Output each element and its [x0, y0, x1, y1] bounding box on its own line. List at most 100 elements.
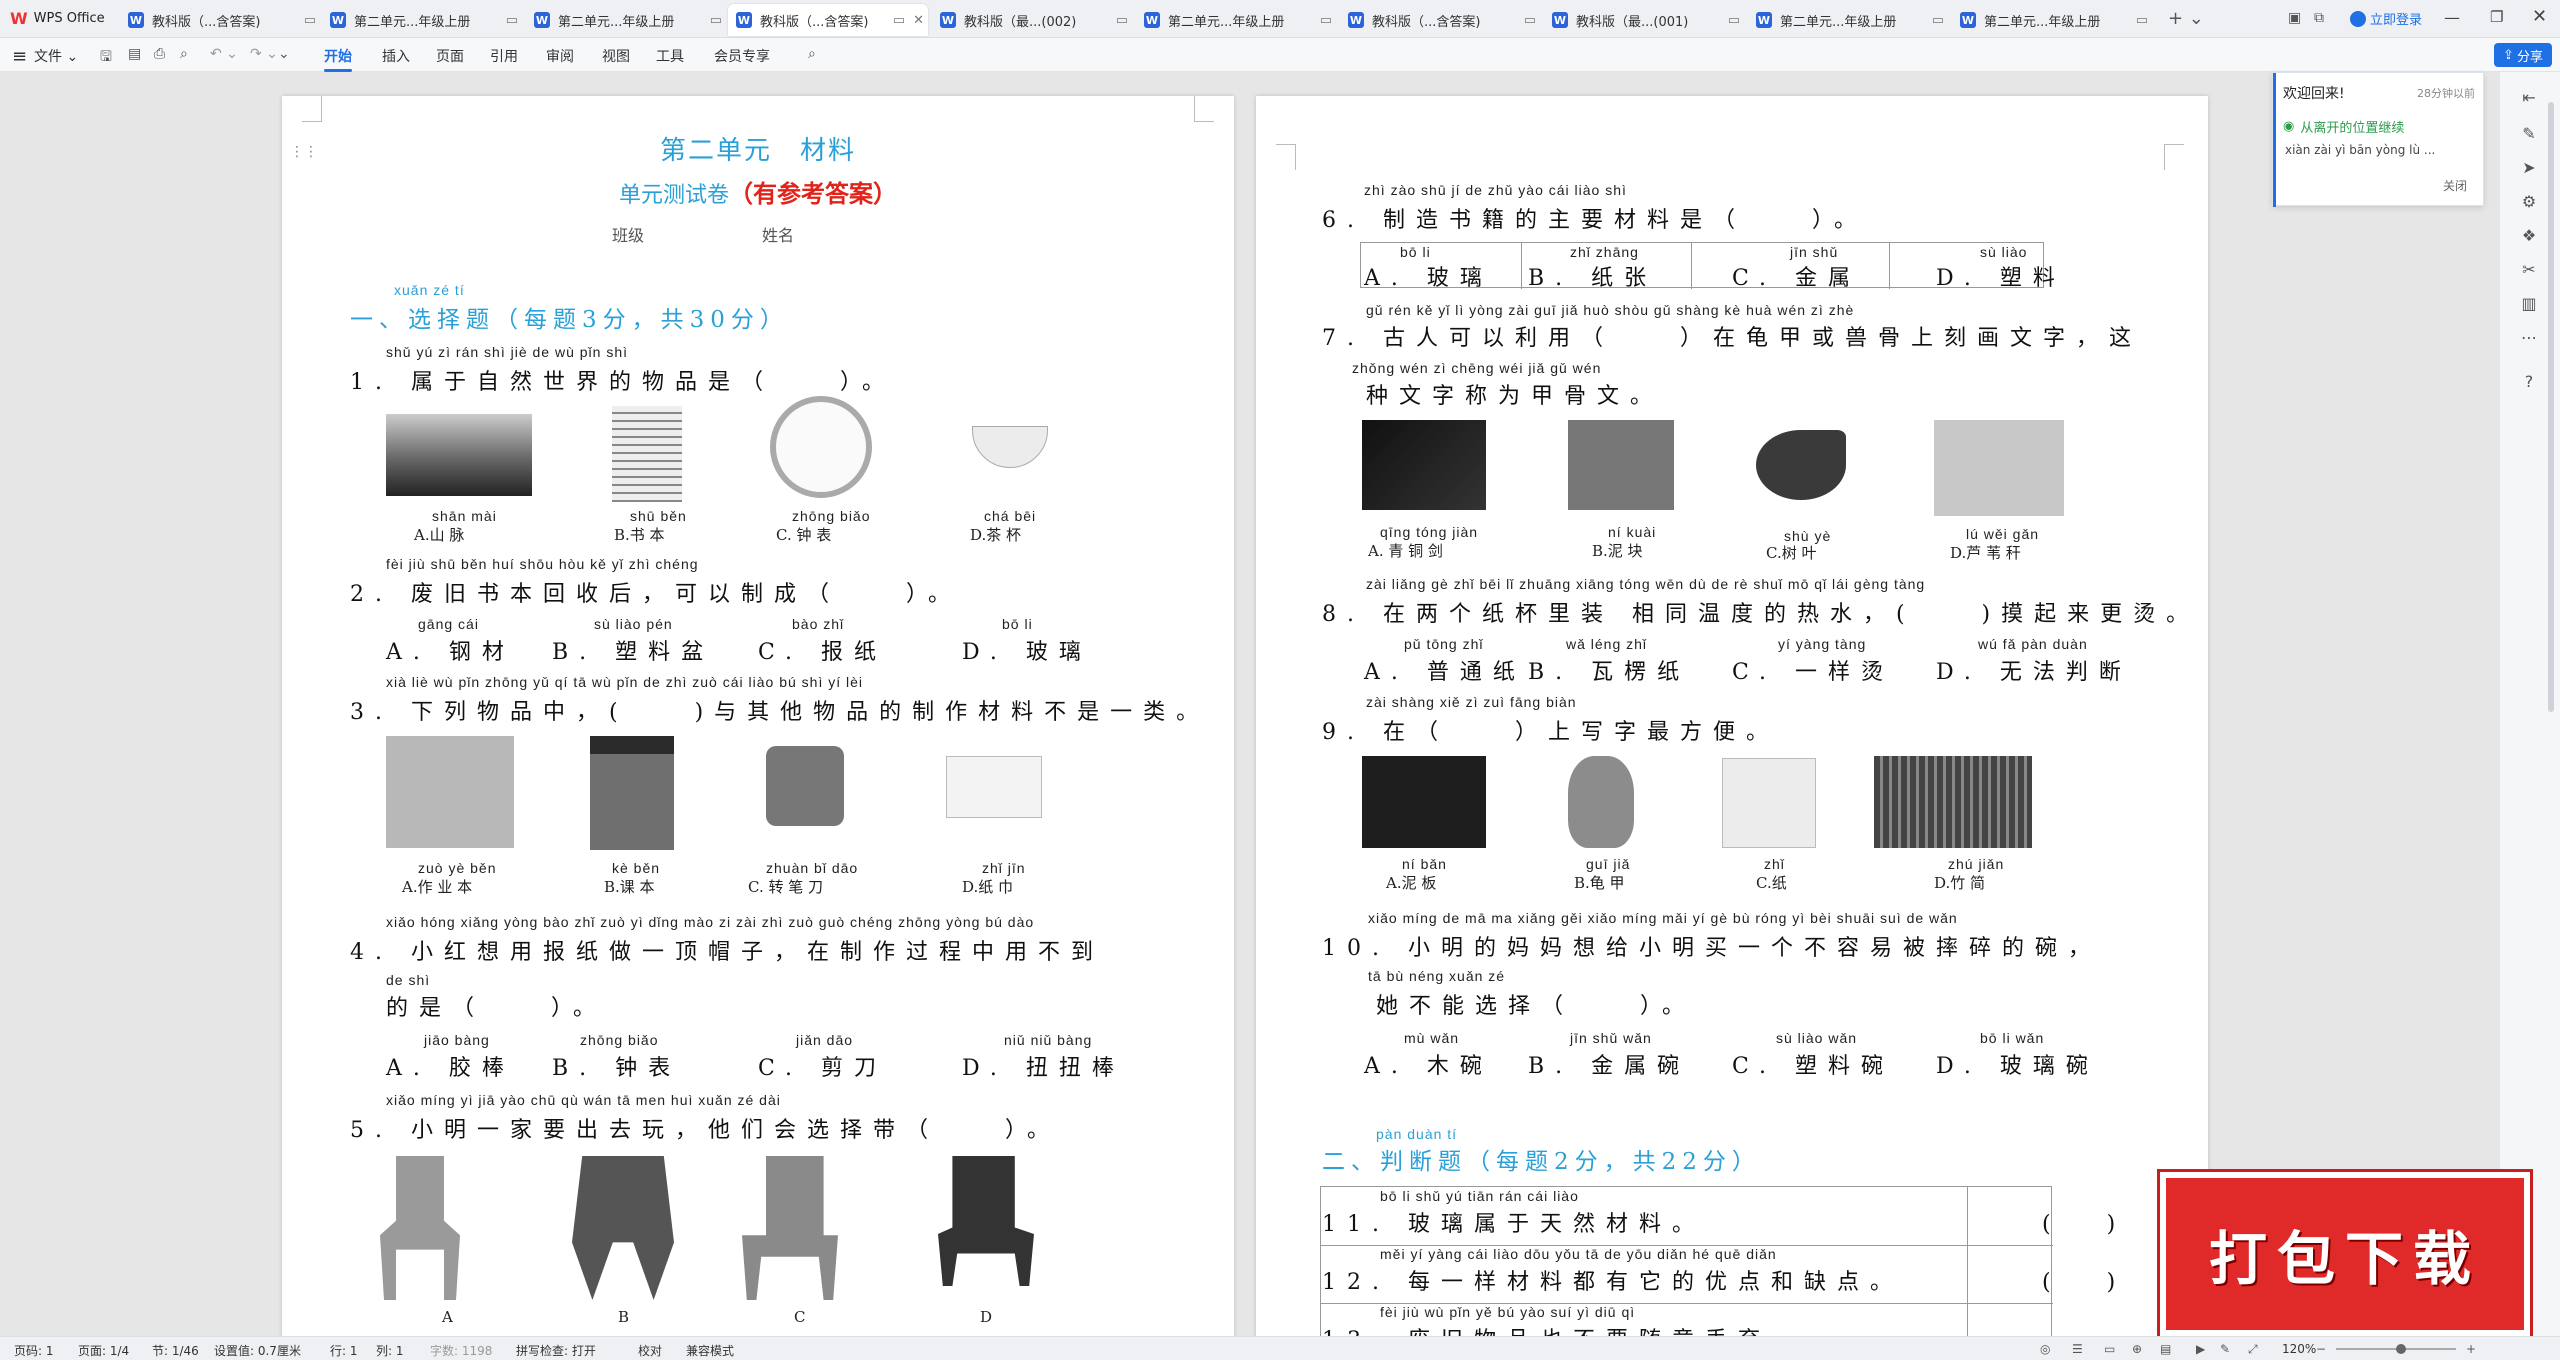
tab-document[interactable]: W 教科版（最...(001) ▭ — [1544, 4, 1744, 36]
status-page[interactable]: 页码: 1 — [14, 1342, 54, 1359]
page-left[interactable]: ⋮⋮ 第二单元 材料 单元测试卷（有参考答案） 班级 姓名 xuǎn zé tí… — [282, 96, 1234, 1346]
ribbon-tab[interactable]: 会员专享 — [714, 46, 770, 66]
answer-blank[interactable]: ( ) — [2042, 1206, 2119, 1238]
pinyin-line: zài liǎng gè zhǐ bēi lǐ zhuāng xiāng tón… — [1366, 576, 1926, 592]
doc-title: 第二单元 材料 — [659, 136, 856, 166]
tab-document[interactable]: W 第二单元...年级上册 ▭ — [526, 4, 726, 36]
page-view-icon[interactable]: ▭ — [2104, 1342, 2115, 1356]
read-view-icon[interactable]: ▤ — [2160, 1342, 2171, 1356]
mountain-image — [386, 414, 532, 496]
web-view-icon[interactable]: ⊕ — [2132, 1342, 2142, 1356]
wooden-chair-image — [742, 1156, 838, 1300]
layout-icon[interactable]: ▣ — [2288, 10, 2301, 26]
collapse-icon[interactable]: ⇤ — [2518, 88, 2540, 110]
monitor-icon[interactable]: ▭ — [1524, 13, 1536, 28]
status-proof[interactable]: 校对 — [638, 1342, 662, 1359]
status-spell[interactable]: 拼写检查: 打开 — [516, 1342, 596, 1359]
status-words[interactable]: 字数: 1198 — [430, 1342, 492, 1359]
answer-blank[interactable]: ( ) — [2042, 1264, 2119, 1296]
undo-icon[interactable]: ↶ ⌄ — [210, 46, 238, 62]
tab-document[interactable]: W 第二单元...年级上册 ▭ — [1136, 4, 1336, 36]
monitor-icon[interactable]: ▭ — [304, 13, 316, 28]
vertical-scrollbar[interactable] — [2548, 102, 2554, 712]
reed-image — [1934, 420, 2064, 516]
minimize-icon[interactable]: — — [2444, 8, 2460, 27]
tab-close-icon[interactable]: ✕ — [913, 13, 924, 28]
ribbon-tab[interactable]: 引用 — [490, 46, 518, 66]
monitor-icon[interactable]: ▭ — [2136, 13, 2148, 28]
monitor-icon[interactable]: ▭ — [710, 13, 722, 28]
wps-icon: W — [10, 9, 28, 28]
status-setting[interactable]: 设置值: 0.7厘米 — [214, 1342, 301, 1359]
option-label: B — [618, 1308, 630, 1326]
save-icon[interactable]: 🖫 — [100, 46, 112, 70]
status-section[interactable]: 节: 1/46 — [152, 1342, 199, 1359]
preview-icon[interactable]: ⌕ — [180, 46, 188, 62]
monitor-icon[interactable]: ▭ — [1728, 13, 1740, 28]
new-tab-icon[interactable]: + ⌄ — [2168, 8, 2204, 29]
tab-document[interactable]: W 教科版（...含答案) ▭ — [120, 4, 320, 36]
ribbon-tab[interactable]: 审阅 — [546, 46, 574, 66]
share-button[interactable]: ⇪ 分享 — [2494, 43, 2552, 67]
fit-icon[interactable]: ⤢ — [2248, 1342, 2258, 1357]
zoom-in-icon[interactable]: + — [2466, 1342, 2476, 1356]
status-pages[interactable]: 页面: 1/4 — [78, 1342, 129, 1359]
outline-icon[interactable]: ☰ — [2072, 1342, 2083, 1356]
status-col[interactable]: 列: 1 — [376, 1342, 404, 1359]
more-icon[interactable]: ⌄ — [278, 46, 290, 62]
app-logo[interactable]: W WPS Office — [10, 9, 105, 28]
continue-link[interactable]: ◉ 从离开的位置继续 — [2283, 117, 2404, 136]
ribbon-tab[interactable]: 页面 — [436, 46, 464, 66]
zoom-level[interactable]: 120% — [2282, 1342, 2316, 1356]
page-right[interactable]: zhì zào shū jí de zhǔ yào cái liào shì 6… — [1256, 96, 2208, 1357]
share-icon: ⇪ — [2503, 47, 2514, 63]
redo-icon[interactable]: ↷ ⌄ — [250, 46, 278, 62]
monitor-icon[interactable]: ▭ — [506, 13, 518, 28]
monitor-icon[interactable]: ▭ — [1932, 13, 1944, 28]
pinyin-line: xià liè wù pǐn zhōng yǔ qí tā wù pǐn de … — [386, 674, 864, 690]
play-icon[interactable]: ▶ — [2196, 1342, 2205, 1356]
section-heading: 二、判断题（每题2分，共22分） — [1322, 1149, 1761, 1175]
close-icon[interactable]: ✕ — [2532, 6, 2547, 27]
window-icon[interactable]: ⧉ — [2314, 10, 2324, 26]
settings-icon[interactable]: ⚙ — [2518, 192, 2540, 214]
folding-chair-image — [572, 1156, 674, 1300]
status-row[interactable]: 行: 1 — [330, 1342, 358, 1359]
export-icon[interactable]: ▤ — [128, 46, 141, 62]
tab-document[interactable]: W 教科版（最...(002) ▭ — [932, 4, 1132, 36]
restore-icon[interactable]: ❐ — [2490, 8, 2503, 26]
print-icon[interactable]: ⎙ — [154, 46, 165, 62]
menu-icon[interactable]: ≡ — [12, 46, 27, 67]
monitor-icon[interactable]: ▭ — [893, 13, 905, 28]
ribbon-tab[interactable]: 开始 — [324, 46, 352, 72]
monitor-icon[interactable]: ▭ — [1116, 13, 1128, 28]
tab-document[interactable]: W 第二单元...年级上册 ▭ — [322, 4, 522, 36]
section-heading: 一、选择题（每题3分，共30分） — [350, 307, 789, 333]
book-icon[interactable]: ▥ — [2518, 294, 2540, 316]
edit-icon[interactable]: ✎ — [2518, 124, 2540, 146]
tab-document[interactable]: W 教科版（...含答案) ▭ — [1340, 4, 1540, 36]
help-icon[interactable]: ? — [2518, 372, 2540, 394]
eye-protect-icon[interactable]: ◎ — [2040, 1342, 2050, 1356]
tab-document[interactable]: W 第二单元...年级上册 ▭ — [1748, 4, 1948, 36]
panel-close-button[interactable]: 关闭 — [2443, 177, 2467, 194]
tools-icon[interactable]: ✂ — [2518, 260, 2540, 282]
word-doc-icon: W — [1348, 12, 1364, 28]
style-icon[interactable]: ❖ — [2518, 226, 2540, 248]
pointer-icon[interactable]: ➤ — [2518, 158, 2540, 180]
ribbon-tab[interactable]: 视图 — [602, 46, 630, 66]
zoom-slider-handle[interactable] — [2396, 1344, 2406, 1354]
ribbon-tab[interactable]: 工具 — [656, 46, 684, 66]
file-menu[interactable]: 文件 ⌄ — [34, 46, 78, 66]
monitor-icon[interactable]: ▭ — [1320, 13, 1332, 28]
zoom-out-icon[interactable]: − — [2316, 1342, 2326, 1356]
ribbon-tab[interactable]: 插入 — [382, 46, 410, 66]
more-icon[interactable]: ⋯ — [2518, 328, 2540, 350]
tab-document[interactable]: W 第二单元...年级上册 ▭ — [1952, 4, 2152, 36]
download-banner[interactable]: 打包下载 — [2157, 1169, 2533, 1339]
pen-icon[interactable]: ✎ — [2220, 1342, 2230, 1356]
notebooks-image — [386, 736, 514, 848]
search-icon[interactable]: ⌕ — [808, 46, 816, 62]
login-button[interactable]: 立即登录 — [2350, 9, 2422, 28]
tab-document[interactable]: W 教科版（...含答案) ▭ ✕ — [728, 4, 928, 36]
